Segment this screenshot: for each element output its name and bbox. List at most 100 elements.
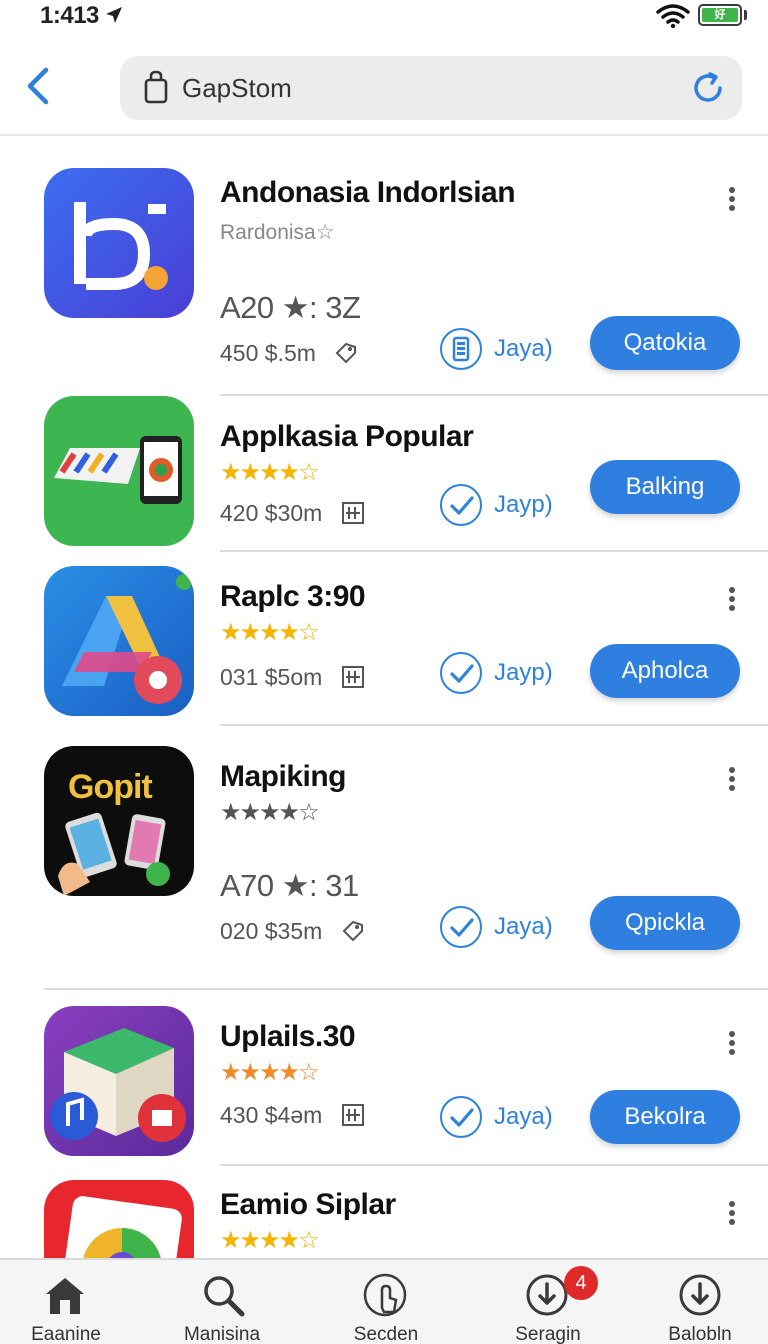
tab-label: Manisina [183,1324,261,1344]
list-item[interactable]: Andonasia Indorlsian Rardonisa☆ A20 ★: 3… [0,136,768,396]
tab-label: Secden [353,1324,419,1344]
search-icon [204,1276,245,1317]
app-action-button[interactable]: Apholca [590,644,740,698]
tag-icon [342,920,363,942]
more-options-icon[interactable] [722,1028,742,1062]
phones-icon [58,812,170,896]
tab-home[interactable]: Eaanine [0,1260,136,1344]
app-icon[interactable] [44,396,194,546]
tab-label: Eaanine [31,1324,101,1344]
app-name: Mapiking [220,760,347,793]
grid-icon [341,1104,364,1126]
more-options-icon[interactable] [722,1198,742,1232]
tab-updates[interactable]: 4 Seragin [478,1260,618,1344]
tag-icon [335,342,357,364]
check-circle-icon [440,906,482,948]
app-rating: A20 ★: 3Z [220,290,361,325]
badge: Jaya) [440,1096,570,1140]
app-meta-text: 450 $.5m [220,340,316,366]
reload-icon[interactable] [690,70,726,106]
check-circle-icon [440,484,482,526]
tab-search[interactable]: Manisina [152,1260,292,1344]
shopping-bag-icon [144,70,168,104]
star-rating: ★★★★☆ [220,459,320,486]
divider [220,724,768,726]
download-icon [526,1274,568,1316]
battery-icon: 好 [698,4,742,26]
home-icon [46,1278,84,1314]
app-name: Applkasia Popular [220,420,474,453]
download-icon [679,1274,721,1316]
check-circle-icon [440,1096,482,1138]
wifi-icon [656,4,690,28]
box-music-icon [50,1028,186,1142]
badge-text: Jaya) [494,913,553,940]
app-icon[interactable] [44,566,194,716]
photo-icon [60,1196,182,1258]
more-options-icon[interactable] [722,584,742,618]
app-meta: 430 $4əm [220,1102,365,1129]
app-name: Uplails.30 [220,1020,356,1053]
notification-badge: 4 [564,1266,598,1300]
divider [220,550,768,552]
tab-bar: Eaanine Manisina Secden 4 Seragin Balobl… [0,1258,768,1344]
badge: Jayp) [440,652,570,696]
divider [220,1164,768,1166]
list-item[interactable]: Raplc 3:90 ★★★★☆ 031 $5om Jayp) Apholca [0,566,768,726]
star-rating: ★★★★☆ [220,1059,320,1086]
back-chevron-icon[interactable] [22,64,56,108]
app-meta: 031 $5om [220,664,365,691]
app-meta-text: 031 $5om [220,664,323,690]
app-meta-text: 430 $4əm [220,1102,323,1128]
list-item[interactable]: Gopit Mapiking ★★★★☆ A70 ★: 31 020 $35m … [0,746,768,990]
app-name: Raplc 3:90 [220,580,366,613]
battery-level: 好 [702,8,738,22]
app-action-button[interactable]: Bekolra [590,1090,740,1144]
badge-text: Jaya) [494,1103,553,1130]
search-input-text: GapStom [182,73,292,103]
tab-touch[interactable]: Secden [316,1260,456,1344]
app-action-button[interactable]: Qpickla [590,896,740,950]
tab-label: Seragin [515,1324,581,1344]
more-options-icon[interactable] [722,184,742,218]
app-icon[interactable] [44,1006,194,1156]
badge: Jaya) [440,906,570,950]
star-rating: ★★★★☆ [220,619,320,646]
grid-icon [341,502,364,524]
app-meta: 450 $.5m [220,340,358,367]
app-meta: 020 $35m [220,918,365,945]
status-time: 1:413 [40,2,99,29]
check-circle-icon [440,652,482,694]
search-bar[interactable]: GapStom [120,56,742,120]
app-meta: 420 $30m [220,500,365,527]
more-options-icon[interactable] [722,764,742,798]
star-rating: ★★★★☆ [220,799,320,826]
app-meta-text: 420 $30m [220,500,323,526]
list-item[interactable]: Uplails.30 ★★★★☆ 430 $4əm Jaya) Bekolra [0,1006,768,1166]
badge-text: Jayp) [494,491,553,518]
badge: Jayp) [440,484,570,528]
header: GapStom [0,40,768,136]
badge-text: Jayp) [494,659,553,686]
tab-label: Balobln [668,1324,732,1344]
status-bar: 1:413 好 [0,0,768,34]
app-subtitle: Rardonisa☆ [220,221,335,244]
app-action-button[interactable]: Balking [590,460,740,514]
app-name: Andonasia Indorlsian [220,176,516,209]
badge-text: Jaya) [494,335,553,362]
app-rating: A70 ★: 31 [220,868,359,903]
location-arrow-icon [106,7,122,23]
phone-icon [440,328,482,370]
app-icon[interactable] [44,1180,194,1258]
app-name: Eamio Siplar [220,1188,396,1221]
triangle-gear-icon [62,574,192,704]
list-item[interactable]: Eamio Siplar ★★★★☆ [0,1180,768,1258]
app-icon[interactable]: Gopit [44,746,194,896]
app-icon[interactable] [44,168,194,318]
badge: Jaya) [440,328,570,372]
list-item[interactable]: Applkasia Popular ★★★★☆ 420 $30m Jayp) B… [0,396,768,552]
tab-downloads[interactable]: Balobln [630,1260,768,1344]
star-rating: ★★★★☆ [220,1227,320,1254]
touch-icon [363,1273,407,1317]
app-action-button[interactable]: Qatokia [590,316,740,370]
